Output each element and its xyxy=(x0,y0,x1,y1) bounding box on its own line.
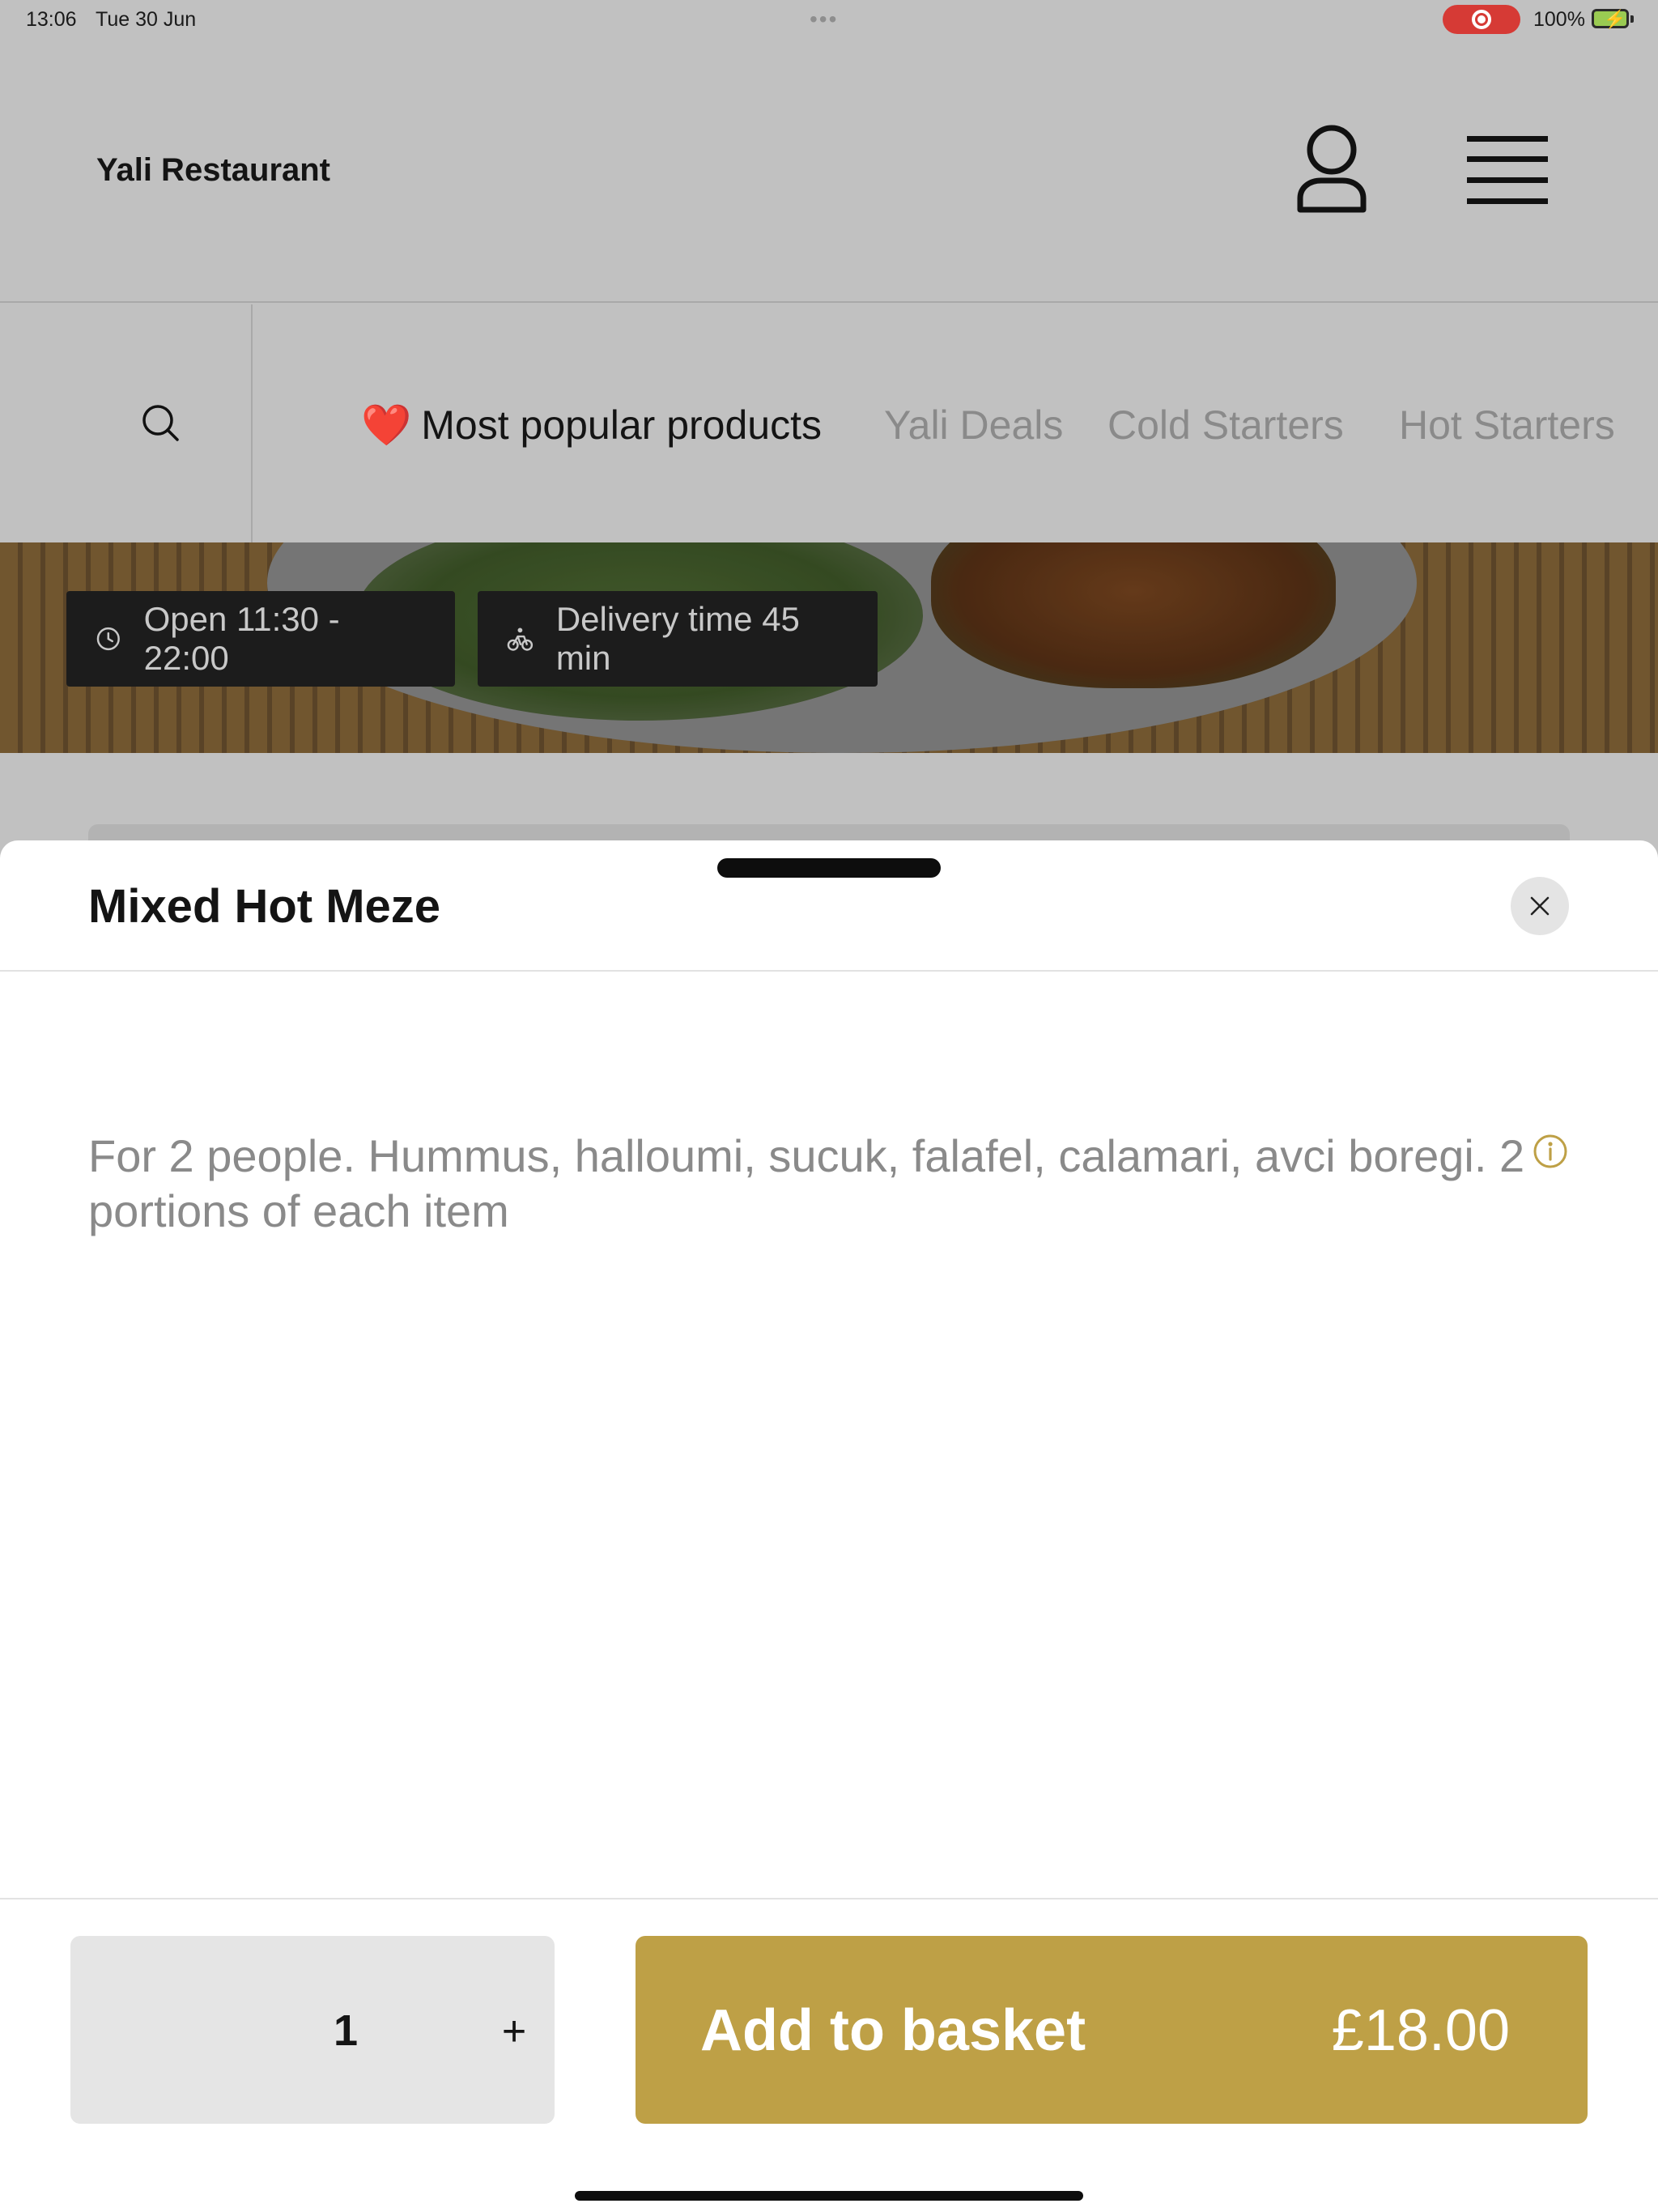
quantity-stepper: 1 + xyxy=(70,1936,555,2124)
close-icon xyxy=(1530,896,1550,916)
delivery-time-pill: Delivery time 45 min xyxy=(478,591,878,687)
screen-recording-icon[interactable] xyxy=(1443,5,1520,34)
heart-icon: ❤️ xyxy=(361,402,412,448)
bicycle-icon xyxy=(507,627,534,651)
site-header: Yali Restaurant xyxy=(0,39,1658,303)
category-bar: ❤️ Most popular products Yali Deals Cold … xyxy=(0,304,1658,542)
status-time: 13:06 xyxy=(26,8,77,31)
delivery-time-text: Delivery time 45 min xyxy=(555,600,800,677)
restaurant-name[interactable]: Yali Restaurant xyxy=(96,152,330,189)
search-icon[interactable] xyxy=(141,403,180,442)
status-date: Tue 30 Jun xyxy=(96,8,197,31)
app-screen: 13:06 Tue 30 Jun ••• 100% ⚡ Yali Restaur… xyxy=(0,0,1658,2212)
opening-hours-pill: Open 11:30 - 22:00 xyxy=(66,591,455,687)
category-tab-most-popular[interactable]: ❤️ Most popular products xyxy=(361,402,822,449)
close-button[interactable] xyxy=(1511,877,1569,935)
add-to-basket-label: Add to basket xyxy=(700,1998,1086,2063)
product-description: For 2 people. Hummus, halloumi, sucuk, f… xyxy=(88,1130,1525,1236)
quantity-value: 1 xyxy=(333,2006,359,2055)
home-indicator[interactable] xyxy=(575,2191,1083,2201)
hero-food-image: Open 11:30 - 22:00 Delivery time 45 min xyxy=(0,542,1658,753)
battery-percent: 100% xyxy=(1533,8,1585,31)
info-icon[interactable] xyxy=(1533,1134,1568,1169)
product-price: £18.00 xyxy=(1331,1998,1510,2063)
multitasking-dots-icon[interactable]: ••• xyxy=(810,6,838,32)
battery-icon: ⚡ xyxy=(1592,9,1634,29)
hamburger-menu-icon[interactable] xyxy=(1467,136,1548,204)
increase-quantity-button[interactable]: + xyxy=(490,2007,538,2056)
clock-icon xyxy=(96,627,120,651)
category-tab-label: Most popular products xyxy=(421,402,822,448)
person-icon[interactable] xyxy=(1295,124,1368,215)
add-to-basket-button[interactable]: Add to basket £18.00 xyxy=(636,1936,1588,2124)
sheet-divider xyxy=(0,970,1658,972)
product-title: Mixed Hot Meze xyxy=(88,880,441,933)
category-tab-hot-starters[interactable]: Hot Starters xyxy=(1399,402,1615,449)
product-sheet: Mixed Hot Meze For 2 people. Hummus, hal… xyxy=(0,840,1658,2212)
status-bar: 13:06 Tue 30 Jun ••• 100% ⚡ xyxy=(0,0,1658,39)
sheet-grabber-handle[interactable] xyxy=(717,858,941,878)
opening-hours-text: Open 11:30 - 22:00 xyxy=(143,600,340,677)
category-tab-cold-starters[interactable]: Cold Starters xyxy=(1107,402,1344,449)
footer-divider xyxy=(0,1898,1658,1899)
category-divider xyxy=(251,304,253,542)
category-tab-yali-deals[interactable]: Yali Deals xyxy=(884,402,1063,449)
